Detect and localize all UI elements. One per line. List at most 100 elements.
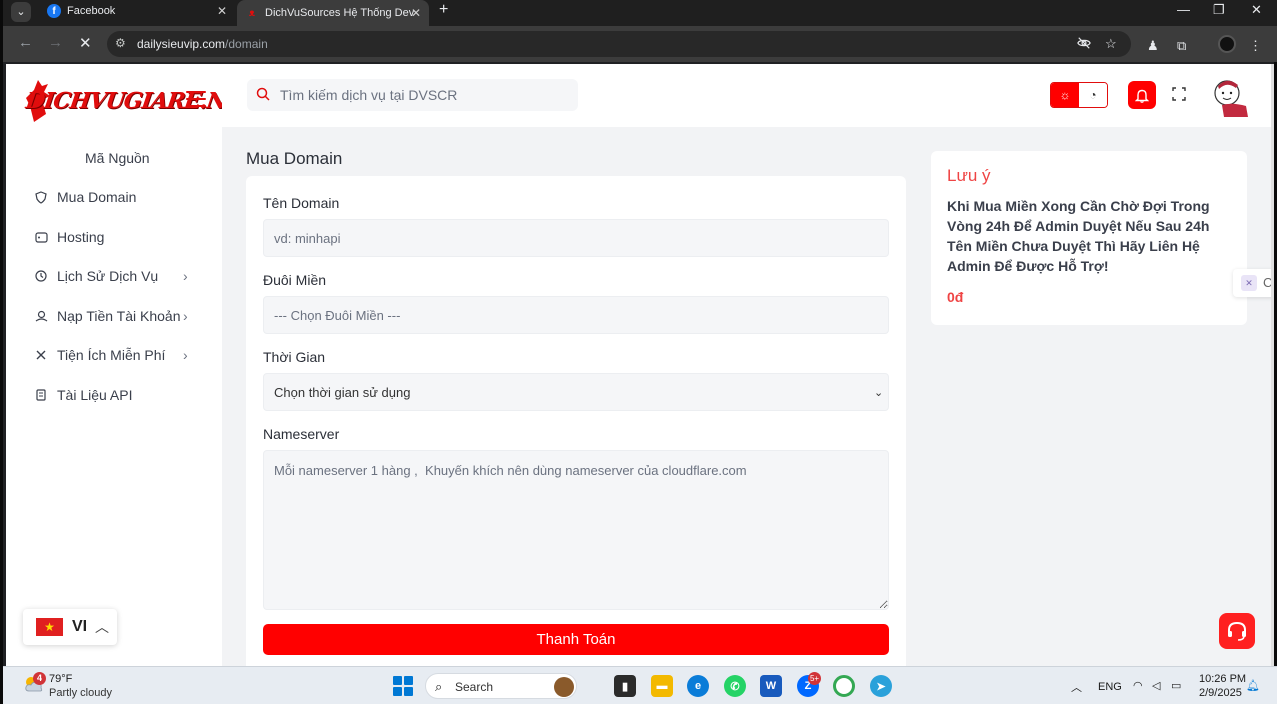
stop-loading-icon[interactable]: ✕ bbox=[79, 34, 92, 52]
nameserver-textarea[interactable] bbox=[263, 450, 889, 610]
windows-taskbar: 4 79°F Partly cloudy ⌕ Search ▮ ▬ e ✆ W … bbox=[3, 666, 1277, 704]
close-tab-icon[interactable]: ✕ bbox=[411, 6, 421, 20]
sidebar-item-tai-lieu-api[interactable]: Tài Liệu API bbox=[6, 377, 222, 413]
shield-icon bbox=[34, 190, 48, 204]
duration-label: Thời Gian bbox=[263, 349, 326, 365]
site-info-icon[interactable]: ⚙ bbox=[115, 36, 126, 50]
facebook-icon: f bbox=[47, 4, 61, 18]
fullscreen-icon[interactable] bbox=[1172, 87, 1186, 101]
sidebar-item-nap-tien[interactable]: Nạp Tiền Tài Khoản › bbox=[6, 298, 222, 334]
new-tab-icon[interactable]: + bbox=[439, 1, 448, 19]
chevron-right-icon: › bbox=[183, 347, 188, 363]
document-icon bbox=[34, 388, 48, 402]
tab-dichvusources[interactable]: ᴥ DichVuSources Hệ Thống Dev ✕ bbox=[237, 0, 429, 26]
file-explorer-icon[interactable]: ▬ bbox=[651, 675, 673, 697]
chevron-up-icon: ︿ bbox=[95, 619, 109, 635]
domain-name-input[interactable] bbox=[263, 219, 889, 257]
close-window-icon[interactable]: ✕ bbox=[1251, 2, 1262, 18]
theme-toggle[interactable]: ☼ ◔ bbox=[1050, 82, 1108, 108]
search-highlight-icon bbox=[554, 677, 574, 697]
taskbar-search[interactable]: ⌕ Search bbox=[425, 673, 577, 699]
url-host: dailysieuvip.com bbox=[137, 37, 226, 51]
sidebar-item-label: Tiện Ích Miễn Phí bbox=[57, 347, 166, 363]
user-avatar[interactable] bbox=[1210, 76, 1250, 118]
url-path: /domain bbox=[225, 37, 268, 51]
tab-title: DichVuSources Hệ Thống Dev bbox=[265, 7, 415, 19]
light-mode-icon[interactable]: ☼ bbox=[1051, 83, 1079, 107]
pay-button[interactable]: Thanh Toán bbox=[263, 624, 889, 655]
extension-placeholder: --- Chọn Đuôi Miền --- bbox=[274, 307, 401, 323]
language-switcher[interactable]: ★ VI ︿ bbox=[23, 609, 117, 645]
back-icon[interactable]: ← bbox=[18, 34, 33, 51]
sidebar: DICHVUGIARE.NET Mã Nguồn Mua Domain Host… bbox=[6, 64, 259, 666]
telegram-icon[interactable]: ➤ bbox=[870, 675, 892, 697]
battery-icon[interactable]: ▭ bbox=[1171, 679, 1181, 692]
nameserver-label: Nameserver bbox=[263, 426, 340, 442]
chevron-right-icon: › bbox=[183, 268, 188, 284]
windows-start-icon[interactable] bbox=[393, 676, 413, 696]
note-body: Khi Mua Miền Xong Cần Chờ Đợi Trong Vòng… bbox=[947, 198, 1210, 274]
web-page: DICHVUGIARE.NET Mã Nguồn Mua Domain Host… bbox=[6, 64, 1274, 666]
clock-date[interactable]: 2/9/2025 bbox=[1199, 687, 1242, 699]
sidebar-item-label: Mã Nguồn bbox=[85, 150, 150, 166]
notification-bell-icon[interactable]: 🔔︎ bbox=[1246, 679, 1260, 692]
chat-widget-icon: ✕ bbox=[1241, 275, 1257, 291]
extension-select[interactable]: --- Chọn Đuôi Miền --- bbox=[263, 296, 889, 334]
tab-title: Facebook bbox=[67, 5, 116, 17]
wifi-icon[interactable]: ◠ bbox=[1133, 679, 1143, 692]
sidebar-item-label: Tài Liệu API bbox=[57, 387, 133, 403]
tab-facebook[interactable]: f Facebook ✕ bbox=[39, 0, 235, 22]
more-menu-icon[interactable]: ⋮ bbox=[1249, 38, 1262, 54]
search-input[interactable] bbox=[280, 79, 570, 111]
duration-select[interactable]: Chọn thời gian sử dụng bbox=[263, 373, 889, 411]
domain-form-card: Tên Domain Đuôi Miền --- Chọn Đuôi Miền … bbox=[246, 176, 906, 666]
tab-search-button[interactable]: ⌄ bbox=[11, 2, 31, 22]
edge-icon[interactable]: e bbox=[687, 675, 709, 697]
extension-icon[interactable]: ♟ bbox=[1147, 38, 1159, 54]
floating-widget[interactable]: ✕ C bbox=[1233, 269, 1274, 297]
dark-mode-icon[interactable]: ◔ bbox=[1079, 83, 1107, 107]
volume-icon[interactable]: ◁ bbox=[1152, 679, 1160, 692]
sidebar-item-ma-nguon[interactable]: Mã Nguồn bbox=[6, 140, 222, 176]
zalo-badge: 5+ bbox=[808, 672, 821, 685]
address-bar[interactable]: ⚙ dailysieuvip.com/domain ☆ bbox=[107, 31, 1131, 57]
sidebar-item-lich-su-dich-vu[interactable]: Lịch Sử Dịch Vụ › bbox=[6, 258, 222, 294]
sidebar-item-mua-domain[interactable]: Mua Domain bbox=[6, 179, 222, 215]
forward-icon[interactable]: → bbox=[48, 34, 63, 51]
sidebar-item-label: Nạp Tiền Tài Khoản bbox=[57, 308, 181, 324]
sidebar-item-label: Mua Domain bbox=[57, 189, 137, 205]
weather-condition: Partly cloudy bbox=[49, 687, 112, 699]
balance-amount: 0đ bbox=[947, 289, 964, 305]
site-favicon-icon: ᴥ bbox=[248, 7, 256, 19]
chrome-icon[interactable] bbox=[833, 675, 855, 697]
sidebar-item-tien-ich[interactable]: Tiện Ích Miễn Phí › bbox=[6, 337, 222, 373]
input-language[interactable]: ENG bbox=[1098, 681, 1122, 693]
top-header: ☼ ◔ bbox=[222, 64, 1274, 127]
puzzle-icon[interactable]: ⧉ bbox=[1177, 38, 1186, 54]
bookmark-star-icon[interactable]: ☆ bbox=[1105, 36, 1117, 52]
tray-overflow-icon[interactable]: ︿ bbox=[1071, 679, 1082, 695]
vietnam-flag-icon: ★ bbox=[36, 618, 63, 636]
site-logo[interactable]: DICHVUGIARE.NET bbox=[24, 76, 259, 128]
notifications-button[interactable] bbox=[1128, 81, 1156, 109]
page-title: Mua Domain bbox=[246, 149, 343, 168]
minimize-icon[interactable]: — bbox=[1177, 2, 1190, 17]
task-view-icon[interactable]: ▮ bbox=[614, 675, 636, 697]
whatsapp-icon[interactable]: ✆ bbox=[724, 675, 746, 697]
restore-icon[interactable]: ❐ bbox=[1213, 2, 1225, 18]
menu-toggle-icon[interactable] bbox=[186, 91, 206, 107]
word-icon[interactable]: W bbox=[760, 675, 782, 697]
clock-time[interactable]: 10:26 PM bbox=[1199, 673, 1246, 685]
eye-off-icon[interactable] bbox=[1077, 36, 1091, 53]
search-box[interactable] bbox=[247, 79, 578, 111]
wallet-icon bbox=[34, 309, 48, 323]
search-icon bbox=[256, 87, 270, 101]
profile-avatar[interactable] bbox=[1218, 35, 1236, 53]
support-button[interactable] bbox=[1219, 613, 1255, 649]
weather-temp: 79°F bbox=[49, 673, 73, 685]
server-icon bbox=[34, 230, 48, 244]
page-scrollbar[interactable] bbox=[1271, 64, 1274, 666]
close-tab-icon[interactable]: ✕ bbox=[217, 4, 227, 18]
weather-badge: 4 bbox=[33, 672, 46, 685]
sidebar-item-hosting[interactable]: Hosting bbox=[6, 219, 222, 255]
